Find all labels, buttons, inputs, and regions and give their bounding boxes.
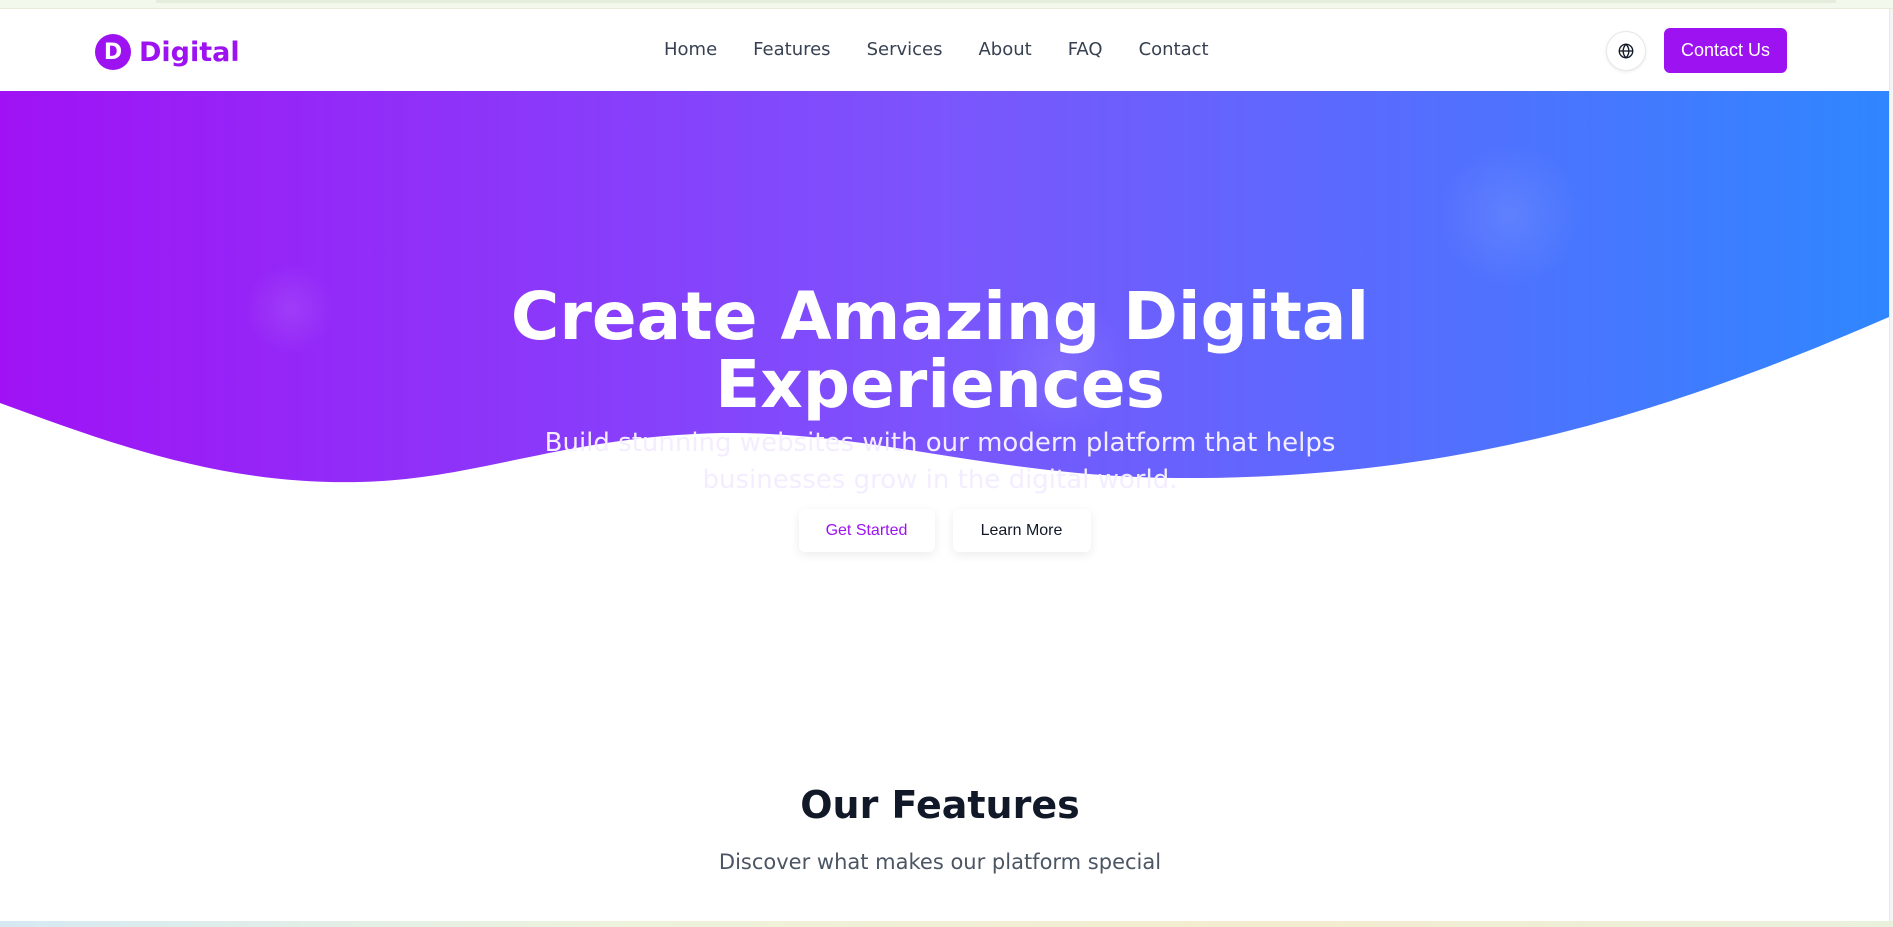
nav-item-faq[interactable]: FAQ (1068, 39, 1103, 60)
nav-item-features[interactable]: Features (753, 39, 830, 60)
hero-subtitle: Build stunning websites with our modern … (544, 428, 1336, 495)
brand-name: Digital (139, 36, 240, 68)
get-started-button[interactable]: Get Started (798, 509, 935, 552)
nav-item-contact[interactable]: Contact (1139, 39, 1209, 60)
bottom-browser-strip (0, 921, 1893, 927)
globe-icon (1618, 43, 1634, 59)
logo-mark-icon: D (95, 34, 131, 70)
scrollbar[interactable] (1889, 9, 1893, 921)
main-navigation: Home Features Services About FAQ Contact (664, 39, 1245, 60)
hero-title: Create Amazing Digital Experiences (510, 278, 1370, 424)
contact-us-button[interactable]: Contact Us (1664, 28, 1787, 73)
learn-more-button[interactable]: Learn More (952, 509, 1091, 552)
site-header: D Digital Home Features Services About F… (0, 9, 1889, 91)
top-browser-strip (0, 0, 1893, 9)
hero-buttons: Get Started Learn More (0, 509, 1889, 552)
nav-item-about[interactable]: About (978, 39, 1031, 60)
hero-section: Create Amazing Digital Experiences Build… (0, 91, 1889, 552)
brand-logo[interactable]: D Digital (95, 34, 240, 70)
language-button[interactable] (1606, 31, 1646, 71)
features-title: Our Features (800, 783, 1080, 827)
features-subtitle: Discover what makes our platform special (718, 850, 1162, 874)
nav-item-services[interactable]: Services (867, 39, 943, 60)
nav-item-home[interactable]: Home (664, 39, 717, 60)
browser-viewport: D Digital Home Features Services About F… (0, 0, 1893, 927)
